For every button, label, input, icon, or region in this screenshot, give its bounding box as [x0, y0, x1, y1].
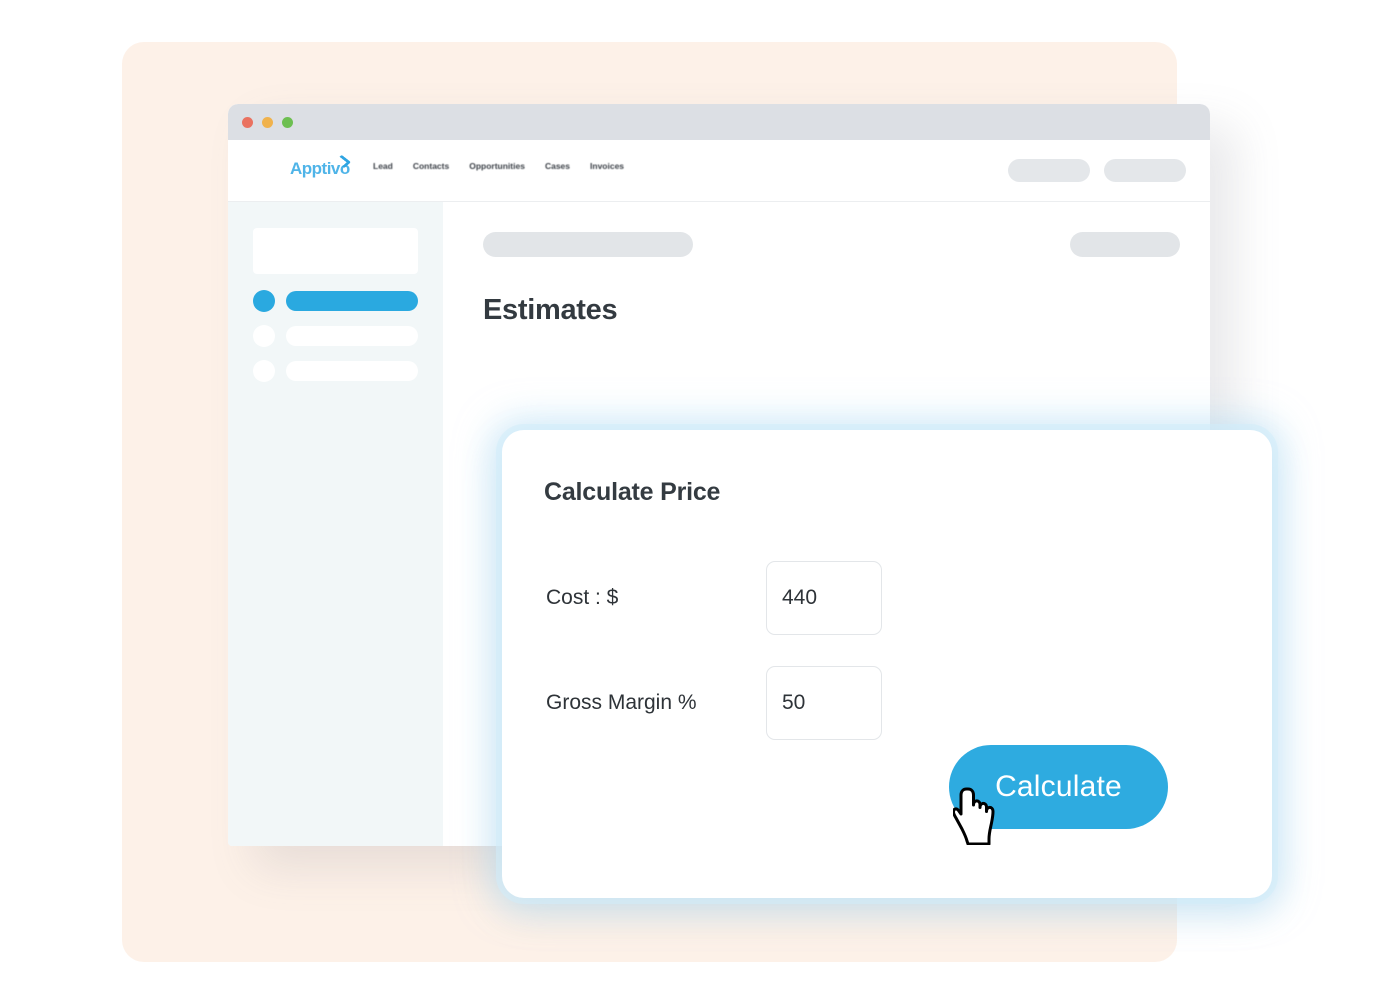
cost-input[interactable] [766, 561, 882, 635]
nav-item-lead[interactable]: Lead [373, 161, 393, 171]
sidebar-item-3[interactable] [253, 360, 418, 382]
sidebar-nav-list [253, 290, 418, 382]
sidebar-item-label-placeholder [286, 291, 418, 311]
nav-item-invoices[interactable]: Invoices [590, 161, 624, 171]
cost-field-row: Cost : $ [546, 561, 1146, 635]
minimize-window-icon[interactable] [262, 117, 273, 128]
sidebar [228, 202, 443, 846]
gross-margin-input[interactable] [766, 666, 882, 740]
app-navbar: Apptivo Lead Contacts Opportunities Case… [228, 140, 1210, 202]
sidebar-item-bullet-icon [253, 325, 275, 347]
nav-item-contacts[interactable]: Contacts [413, 161, 449, 171]
modal-title: Calculate Price [544, 478, 721, 506]
nav-item-opportunities[interactable]: Opportunities [469, 161, 525, 171]
gross-margin-field-label: Gross Margin % [546, 691, 697, 714]
browser-titlebar [228, 104, 1210, 140]
cost-field-label: Cost : $ [546, 586, 619, 609]
apptivo-logo[interactable]: Apptivo [290, 154, 352, 182]
sidebar-item-bullet-icon [253, 290, 275, 312]
sidebar-item-1[interactable] [253, 290, 418, 312]
screenshot-stage: Apptivo Lead Contacts Opportunities Case… [0, 0, 1400, 1000]
close-window-icon[interactable] [242, 117, 253, 128]
primary-nav: Lead Contacts Opportunities Cases Invoic… [373, 161, 624, 171]
navbar-placeholder-button-1[interactable] [1008, 159, 1090, 182]
page-title: Estimates [483, 294, 618, 326]
maximize-window-icon[interactable] [282, 117, 293, 128]
traffic-lights [242, 117, 293, 128]
sidebar-item-label-placeholder [286, 326, 418, 346]
sidebar-item-label-placeholder [286, 361, 418, 381]
content-action-placeholder[interactable] [1070, 232, 1180, 257]
sidebar-item-2[interactable] [253, 325, 418, 347]
nav-item-cases[interactable]: Cases [545, 161, 570, 171]
navbar-action-placeholders [1008, 159, 1186, 182]
breadcrumb-placeholder [483, 232, 693, 257]
calculate-price-modal: Calculate Price Cost : $ Gross Margin % … [502, 430, 1272, 898]
sidebar-header-card[interactable] [253, 228, 418, 274]
navbar-placeholder-button-2[interactable] [1104, 159, 1186, 182]
sidebar-item-bullet-icon [253, 360, 275, 382]
calculate-button[interactable]: Calculate [949, 745, 1168, 829]
gross-margin-field-row: Gross Margin % [546, 666, 1146, 740]
